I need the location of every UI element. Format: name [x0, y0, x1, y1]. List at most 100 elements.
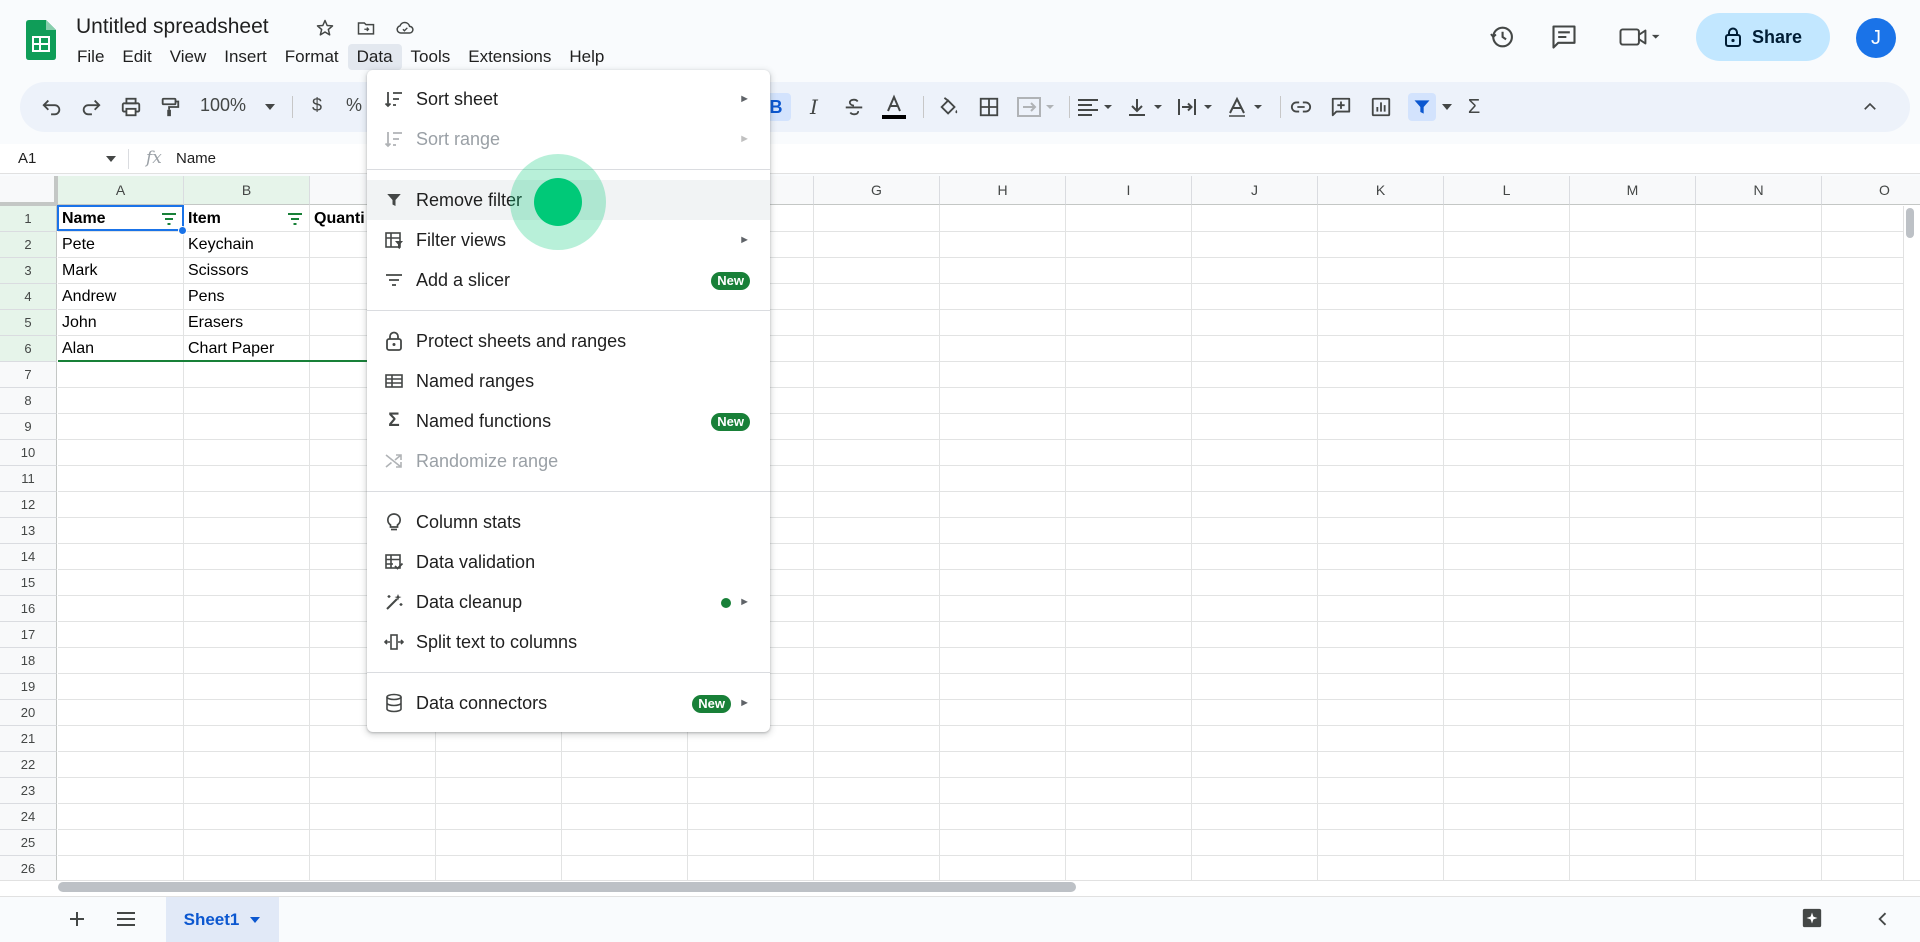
row-header-4[interactable]: 4 [0, 284, 57, 310]
horizontal-align-icon[interactable] [1075, 93, 1121, 121]
chevron-down-icon[interactable] [249, 914, 261, 926]
row-header-11[interactable]: 11 [0, 466, 57, 492]
menu-item-named-functions[interactable]: Σ Named functions New [367, 401, 770, 441]
text-color-icon[interactable] [880, 93, 908, 121]
column-filter-icon[interactable] [287, 211, 303, 227]
document-title[interactable]: Untitled spreadsheet [76, 15, 269, 39]
row-header-10[interactable]: 10 [0, 440, 57, 466]
sheet-tab[interactable]: Sheet1 [166, 897, 279, 942]
fill-handle[interactable] [178, 226, 187, 235]
cell-A4[interactable]: Andrew [58, 284, 116, 310]
percent-format-button[interactable]: % [346, 95, 362, 116]
insert-link-icon[interactable] [1287, 93, 1315, 121]
chevron-down-icon[interactable] [260, 93, 280, 121]
text-wrapping-icon[interactable] [1175, 93, 1221, 121]
meet-camera-icon[interactable] [1615, 22, 1665, 52]
sheets-logo-icon[interactable] [26, 20, 56, 60]
insert-chart-icon[interactable] [1367, 93, 1395, 121]
menu-help[interactable]: Help [560, 44, 613, 70]
cell-B2[interactable]: Keychain [184, 232, 254, 258]
spreadsheet-grid[interactable]: ABCDEFGHIJKLMNO 123456789101112131415161… [0, 176, 1920, 880]
paint-format-icon[interactable] [156, 93, 184, 121]
comments-icon[interactable] [1549, 22, 1579, 52]
share-button[interactable]: Share [1696, 13, 1830, 61]
redo-icon[interactable] [77, 93, 105, 121]
row-header-17[interactable]: 17 [0, 622, 57, 648]
row-header-2[interactable]: 2 [0, 232, 57, 258]
chevron-down-icon[interactable] [1438, 93, 1456, 121]
column-header-l[interactable]: L [1444, 176, 1570, 205]
row-header-16[interactable]: 16 [0, 596, 57, 622]
menu-item-named-ranges[interactable]: Named ranges [367, 361, 770, 401]
menu-format[interactable]: Format [276, 44, 348, 70]
cell-C1[interactable]: Quanti [310, 206, 370, 232]
row-header-18[interactable]: 18 [0, 648, 57, 674]
column-header-j[interactable]: J [1192, 176, 1318, 205]
star-icon[interactable] [313, 16, 337, 40]
cell-B4[interactable]: Pens [184, 284, 224, 310]
row-header-22[interactable]: 22 [0, 752, 57, 778]
menu-view[interactable]: View [161, 44, 216, 70]
column-header-m[interactable]: M [1570, 176, 1696, 205]
cell-B5[interactable]: Erasers [184, 310, 243, 336]
borders-icon[interactable] [975, 93, 1003, 121]
menu-edit[interactable]: Edit [113, 44, 160, 70]
row-header-23[interactable]: 23 [0, 778, 57, 804]
row-header-3[interactable]: 3 [0, 258, 57, 284]
row-header-26[interactable]: 26 [0, 856, 57, 880]
print-icon[interactable] [117, 93, 145, 121]
menu-item-add-slicer[interactable]: Add a slicer New [367, 260, 770, 300]
cell-A2[interactable]: Pete [58, 232, 95, 258]
row-header-1[interactable]: 1 [0, 206, 57, 232]
menu-tools[interactable]: Tools [402, 44, 460, 70]
functions-sigma-icon[interactable]: Σ [1460, 93, 1488, 121]
row-header-21[interactable]: 21 [0, 726, 57, 752]
column-header-g[interactable]: G [814, 176, 940, 205]
vertical-scrollbar-thumb[interactable] [1906, 208, 1914, 238]
cloud-status-icon[interactable] [393, 16, 417, 40]
add-sheet-button[interactable] [63, 905, 91, 933]
select-all-corner[interactable] [0, 176, 58, 206]
row-header-15[interactable]: 15 [0, 570, 57, 596]
cell-B3[interactable]: Scissors [184, 258, 248, 284]
fill-color-icon[interactable] [935, 93, 963, 121]
insert-comment-icon[interactable] [1327, 93, 1355, 121]
menu-data[interactable]: Data [347, 44, 402, 70]
currency-format-button[interactable]: $ [312, 95, 322, 116]
column-header-i[interactable]: I [1066, 176, 1192, 205]
vertical-scrollbar[interactable] [1903, 206, 1920, 880]
row-header-12[interactable]: 12 [0, 492, 57, 518]
text-rotation-icon[interactable] [1225, 93, 1271, 121]
zoom-select[interactable]: 100% [200, 95, 246, 116]
move-folder-icon[interactable] [354, 16, 378, 40]
menu-item-protect-sheets[interactable]: Protect sheets and ranges [367, 321, 770, 361]
row-header-6[interactable]: 6 [0, 336, 57, 362]
cell-A3[interactable]: Mark [58, 258, 98, 284]
row-header-8[interactable]: 8 [0, 388, 57, 414]
filter-toolbar-icon[interactable] [1408, 93, 1436, 121]
name-box[interactable]: A1 [18, 150, 36, 167]
avatar[interactable]: J [1856, 18, 1896, 58]
row-header-19[interactable]: 19 [0, 674, 57, 700]
strikethrough-icon[interactable] [840, 93, 868, 121]
menu-item-sort-sheet[interactable]: Sort sheet ► [367, 79, 770, 119]
chevron-down-icon[interactable] [105, 152, 117, 170]
menu-insert[interactable]: Insert [215, 44, 276, 70]
menu-item-column-stats[interactable]: Column stats [367, 502, 770, 542]
cell-B6[interactable]: Chart Paper [184, 336, 274, 362]
column-header-a[interactable]: A [58, 176, 184, 205]
row-header-24[interactable]: 24 [0, 804, 57, 830]
all-sheets-button[interactable] [112, 905, 140, 933]
merge-cells-icon[interactable] [1015, 93, 1057, 121]
cell-A5[interactable]: John [58, 310, 97, 336]
column-header-h[interactable]: H [940, 176, 1066, 205]
side-panel-toggle-icon[interactable] [1873, 909, 1897, 933]
italic-icon[interactable]: I [800, 93, 828, 121]
row-header-14[interactable]: 14 [0, 544, 57, 570]
menu-item-data-cleanup[interactable]: Data cleanup ► [367, 582, 770, 622]
cell-A6[interactable]: Alan [58, 336, 94, 362]
formula-input[interactable]: Name [176, 150, 216, 167]
collapse-toolbar-icon[interactable] [1856, 93, 1884, 121]
row-header-25[interactable]: 25 [0, 830, 57, 856]
column-header-n[interactable]: N [1696, 176, 1822, 205]
